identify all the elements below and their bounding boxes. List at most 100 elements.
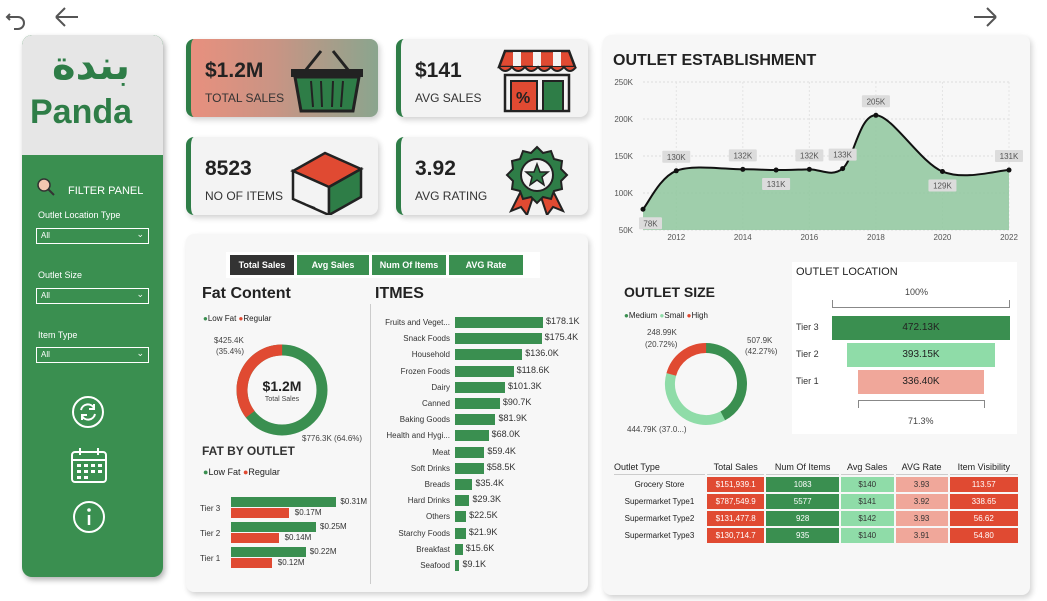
- funnel-top-label: 100%: [905, 287, 929, 297]
- svg-text:%: %: [516, 90, 530, 107]
- items-title: ITMES: [375, 285, 424, 302]
- regular-bar: [231, 508, 289, 518]
- item-label: Snack Foods: [403, 334, 450, 344]
- funnel-bar: 336.40K: [857, 370, 985, 394]
- item-value: $136.0K: [525, 348, 559, 359]
- data-label: 130K: [667, 153, 686, 162]
- tab-avg-rate[interactable]: AVG Rate: [449, 255, 523, 275]
- table-cell: Supermarket Type2: [624, 514, 695, 523]
- item-value: $21.9K: [468, 526, 498, 537]
- table-cell: 54.80: [949, 528, 1018, 543]
- item-value: $59.4K: [487, 445, 516, 456]
- tab-avg-sales[interactable]: Avg Sales: [297, 255, 369, 275]
- item-bar: [455, 543, 463, 555]
- tier-label: Tier 3: [796, 322, 819, 332]
- item-label: Soft Drinks: [410, 463, 450, 473]
- calendar-icon[interactable]: [69, 446, 109, 486]
- location-type-select[interactable]: All ⌄: [36, 228, 149, 244]
- item-bar: [455, 333, 542, 345]
- chevron-down-icon: ⌄: [136, 348, 144, 358]
- kpi-value: $141: [415, 59, 462, 82]
- outlet-type-table: Outlet Type Total Sales Num Of Items Avg Sa…: [612, 458, 1020, 545]
- item-value: $175.4K: [544, 332, 579, 343]
- outlet-size-select[interactable]: All ⌄: [36, 288, 149, 304]
- funnel-bar: 472.13K: [832, 316, 1010, 340]
- item-value: $9.1K: [462, 559, 487, 569]
- data-point: [873, 112, 879, 118]
- chevron-down-icon: ⌄: [136, 289, 144, 299]
- legend-low-fat: Low Fat: [207, 314, 237, 323]
- funnel-bottom-label: 71.3%: [908, 416, 934, 426]
- item-bar: [455, 527, 466, 539]
- chevron-down-icon: ⌄: [136, 229, 144, 239]
- kpi-label: NO OF ITEMS: [205, 189, 283, 203]
- table-header[interactable]: Item Visibility: [949, 460, 1018, 475]
- refresh-icon[interactable]: [71, 395, 105, 429]
- data-point: [773, 167, 779, 173]
- shop-icon: %: [497, 49, 577, 113]
- item-value: $68.0K: [491, 429, 521, 440]
- table-cell: 3.91: [895, 528, 948, 543]
- kpi-avg-sales-card: $141 AVG SALES %: [396, 39, 588, 117]
- kpi-label: AVG SALES: [415, 91, 482, 105]
- table-cell: 3.93: [895, 477, 948, 492]
- item-type-value: All: [41, 350, 50, 359]
- lowfat-bar: [231, 547, 306, 557]
- regular-bar: [231, 533, 279, 543]
- table-cell: $130,714.7: [706, 528, 765, 543]
- regular-value: $0.14M: [284, 533, 312, 542]
- data-label: 131K: [1000, 152, 1019, 161]
- x-tick-label: 2020: [934, 233, 952, 242]
- filter-sidebar: بندة Panda FILTER PANEL Outlet Location …: [22, 35, 163, 577]
- fat-by-outlet-legend: ●Low Fat ●Regular: [203, 467, 280, 477]
- table-cell: Supermarket Type3: [624, 531, 695, 540]
- info-icon[interactable]: [72, 500, 106, 534]
- table-header[interactable]: AVG Rate: [895, 460, 948, 475]
- table-cell: 3.93: [895, 511, 948, 526]
- y-tick-label: 200K: [614, 115, 633, 124]
- table-row: Supermarket Type1 $787,549.9 5577 $141 3.92 3…: [614, 494, 1018, 509]
- x-tick-label: 2018: [867, 233, 885, 242]
- logo-area: بندة Panda: [22, 35, 163, 155]
- item-value: $178.1K: [546, 316, 580, 326]
- donut-center-label: Total Sales: [264, 396, 300, 403]
- table-header[interactable]: Num Of Items: [766, 460, 839, 475]
- tier-label: Tier 1: [796, 376, 819, 386]
- table-cell: 56.62: [949, 511, 1018, 526]
- x-tick-label: 2012: [667, 233, 685, 242]
- item-label: Household: [411, 350, 450, 360]
- item-bar: [455, 414, 496, 426]
- regular-value: $0.12M: [277, 558, 305, 567]
- kpi-rating-card: 3.92 AVG RATING: [396, 137, 588, 215]
- data-point: [806, 166, 812, 172]
- tab-num-items[interactable]: Num Of Items: [372, 255, 446, 275]
- y-tick-label: 250K: [614, 78, 633, 87]
- table-cell: $151,939.1: [706, 477, 765, 492]
- kpi-label: AVG RATING: [415, 189, 488, 203]
- item-label: Health and Hygi...: [386, 431, 450, 441]
- filter-label-size: Outlet Size: [38, 270, 83, 280]
- table-header[interactable]: Avg Sales: [840, 460, 894, 475]
- x-tick-label: 2014: [734, 233, 752, 242]
- legend-regular: Regular: [248, 467, 280, 477]
- data-label: 205K: [867, 97, 886, 106]
- forward-arrow-icon[interactable]: [972, 6, 998, 28]
- item-bar: [455, 349, 523, 361]
- table-header[interactable]: Total Sales: [706, 460, 765, 475]
- lowfat-bar: [231, 522, 316, 532]
- item-type-select[interactable]: All ⌄: [36, 347, 149, 363]
- outlet-size-legend: ●Medium ●Small ●High: [624, 311, 708, 320]
- funnel-top-bracket: [832, 300, 1010, 308]
- data-point: [640, 206, 646, 212]
- data-label: 129K: [933, 182, 952, 191]
- data-label: 131K: [767, 180, 786, 189]
- table-header[interactable]: Outlet Type: [614, 460, 705, 475]
- item-bar: [455, 462, 484, 474]
- item-label: Meat: [432, 447, 450, 457]
- back-arrow-icon[interactable]: [54, 6, 80, 28]
- tab-total-sales[interactable]: Total Sales: [230, 255, 294, 275]
- legend-regular: Regular: [243, 314, 272, 323]
- undo-icon[interactable]: [4, 8, 28, 30]
- small-value-label: 444.79K (37.0...): [627, 425, 687, 434]
- item-label: Others: [425, 512, 450, 522]
